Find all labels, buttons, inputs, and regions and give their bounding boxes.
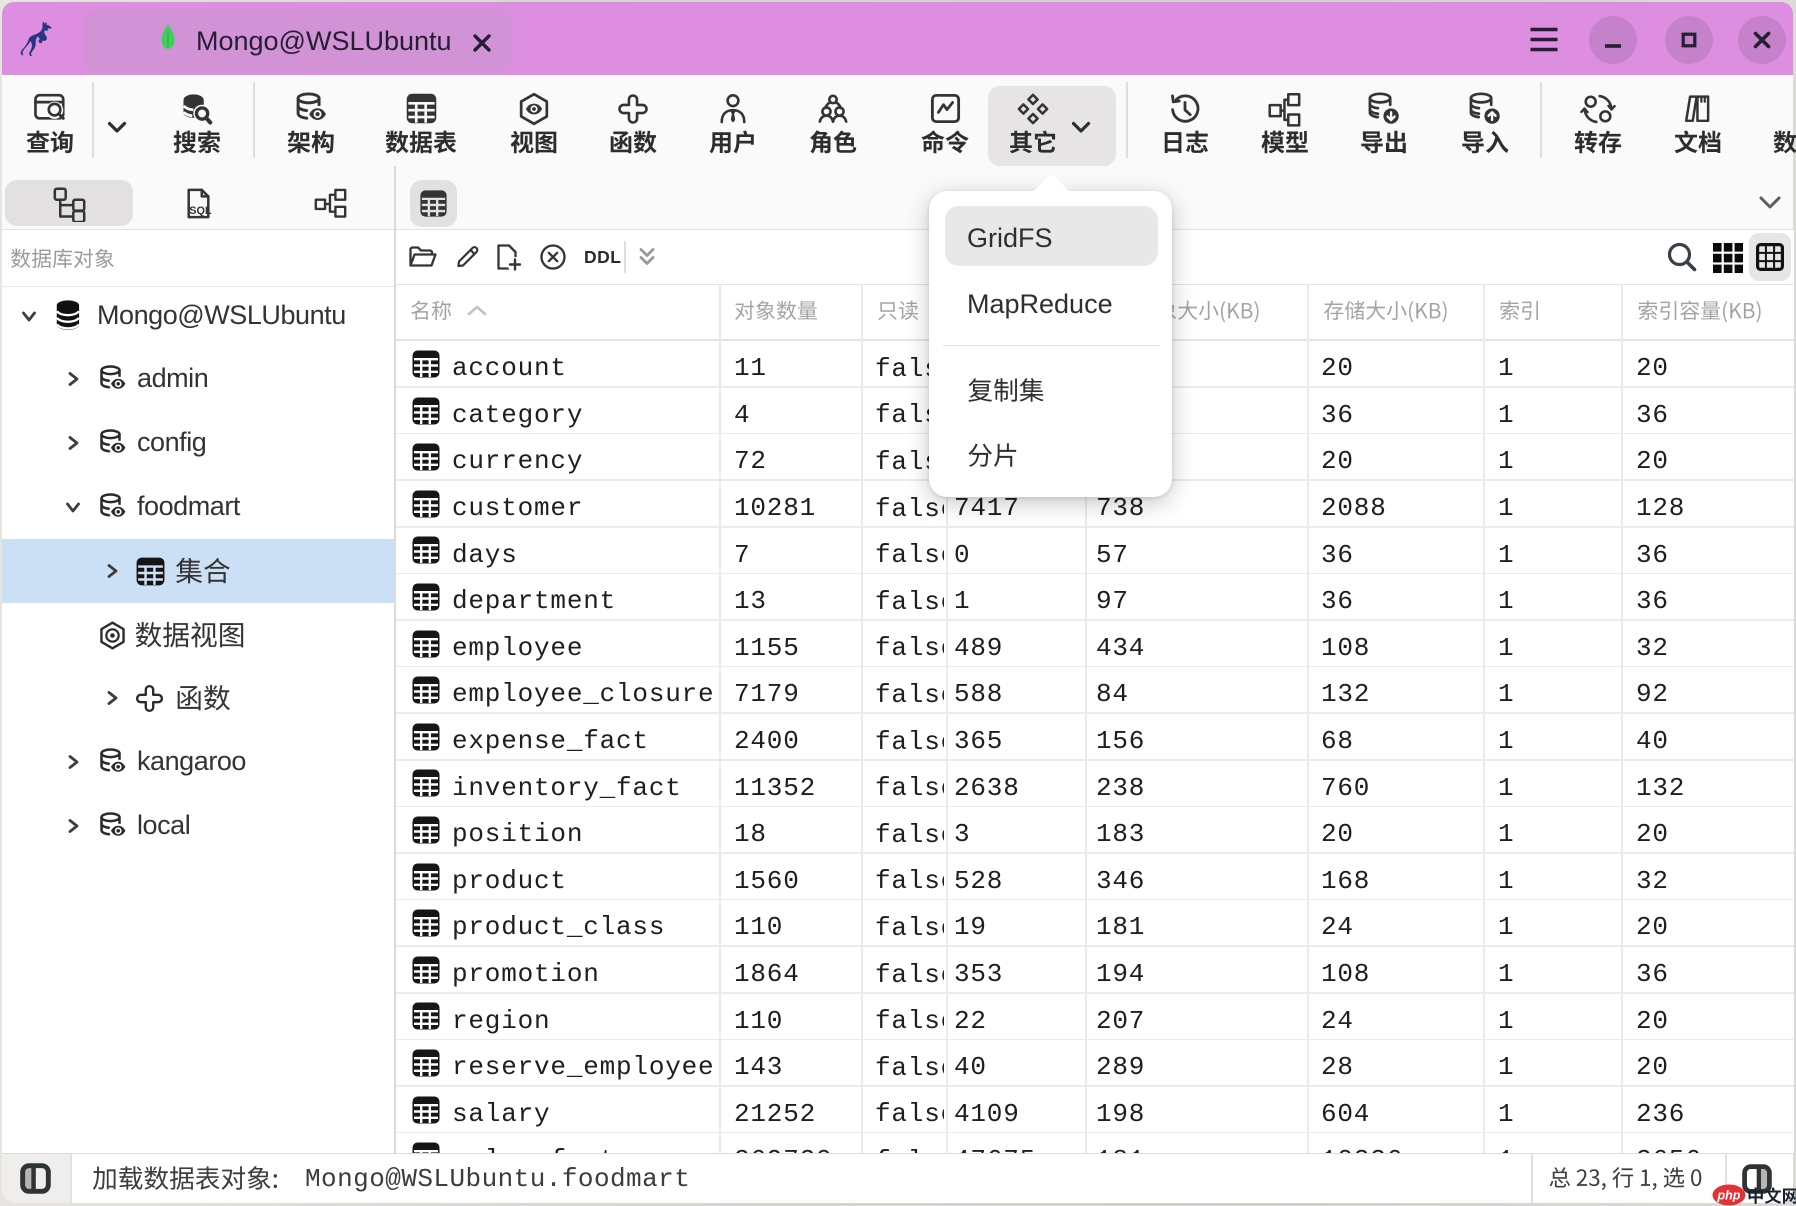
svg-text:php: php — [1717, 1189, 1741, 1203]
svg-text:SQL: SQL — [189, 205, 212, 217]
